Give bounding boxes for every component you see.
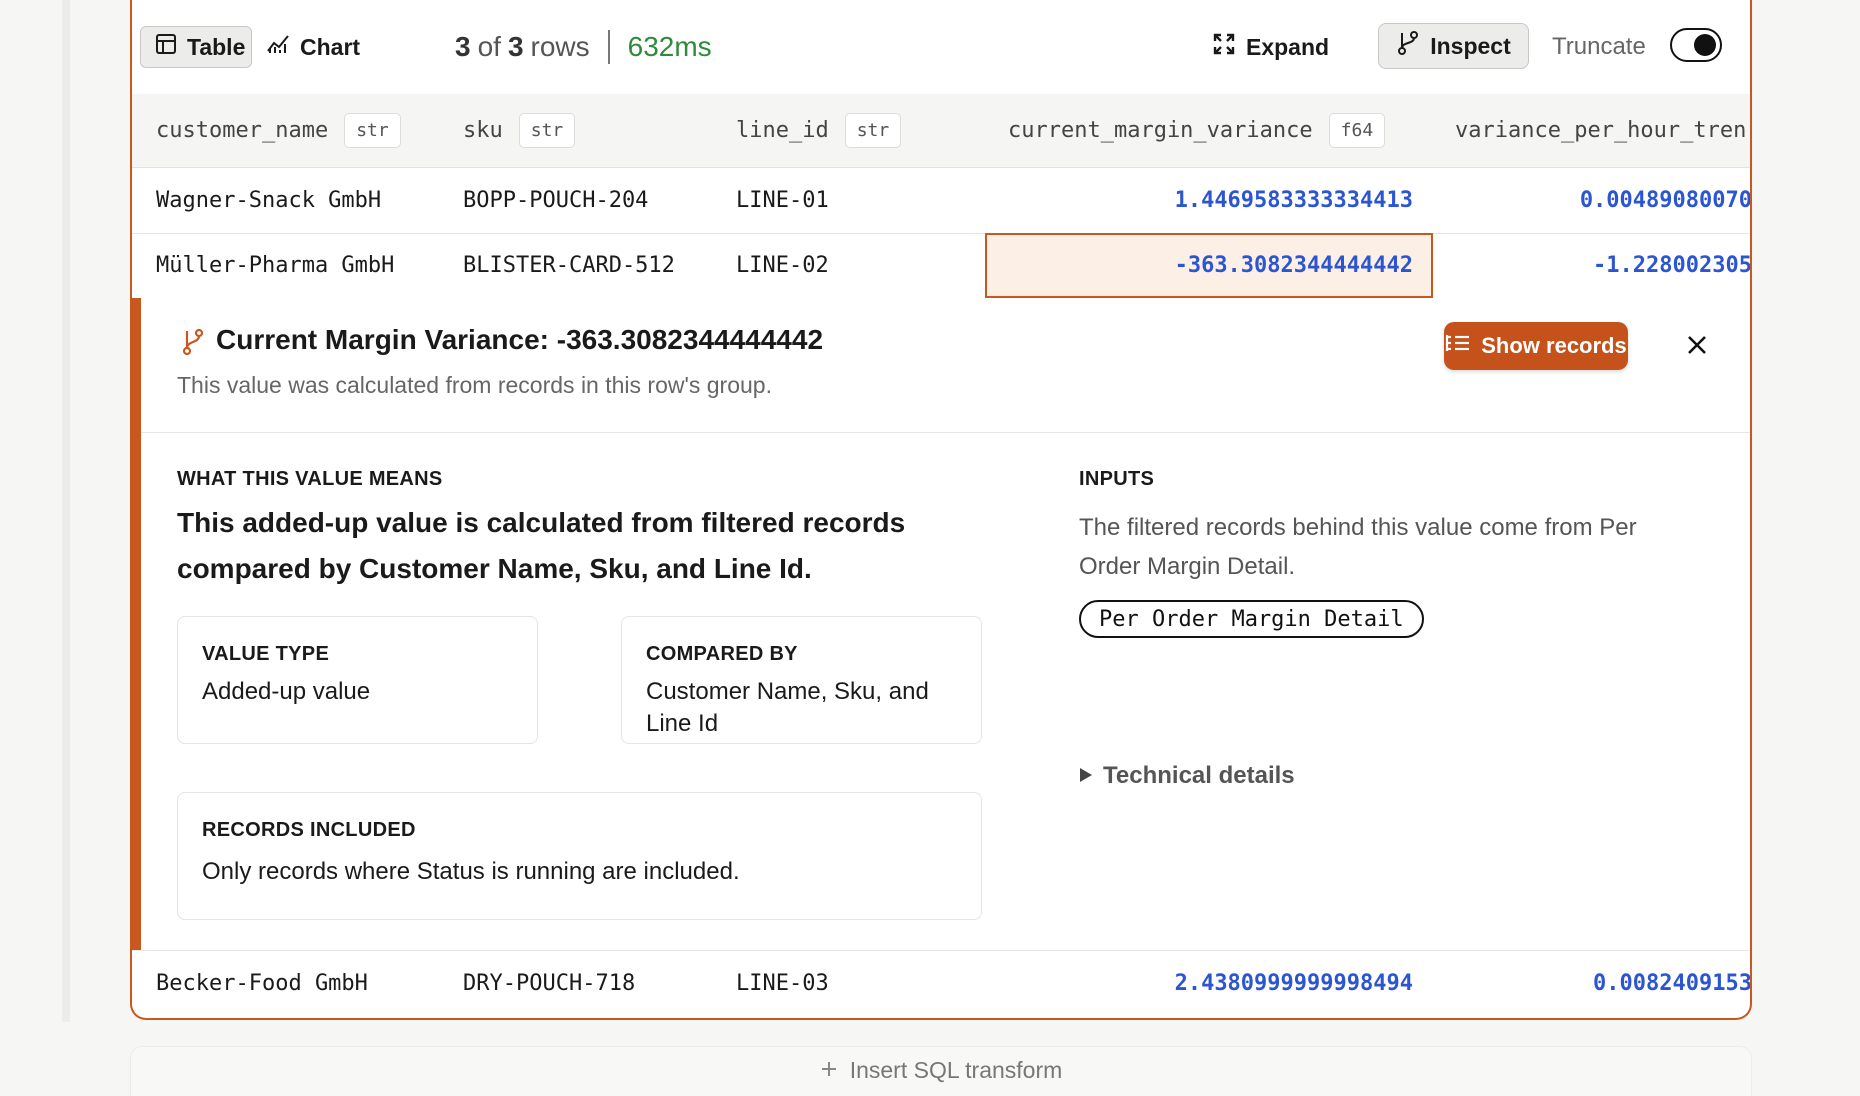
column-type-badge: str [518, 113, 576, 148]
show-records-label: Show records [1481, 333, 1627, 358]
compared-by-card: COMPARED BY Customer Name, Sku, and Line… [621, 616, 982, 744]
cell-sku[interactable]: DRY-POUCH-718 [463, 951, 635, 1016]
caret-right-icon [1079, 762, 1093, 790]
expand-icon [1212, 32, 1236, 62]
table-row[interactable]: Wagner-Snack GmbH BOPP-POUCH-204 LINE-01… [132, 168, 1750, 234]
cell-current-margin-variance[interactable]: 2.4380999999998494 [985, 951, 1413, 1016]
plus-icon [820, 1057, 838, 1084]
rows-shown: 3 [455, 31, 471, 62]
cell-sku[interactable]: BOPP-POUCH-204 [463, 168, 648, 233]
value-type-value: Added-up value [202, 678, 371, 705]
compared-by-value: Customer Name, Sku, and Line Id [646, 678, 929, 737]
cell-variance-per-hour[interactable]: -1.228002305 [1432, 233, 1750, 298]
expand-button[interactable]: Expand [1212, 26, 1329, 68]
records-included-card: RECORDS INCLUDED Only records where Stat… [177, 792, 982, 920]
column-header-variance-per-hour[interactable]: variance_per_hour_tren [1455, 94, 1746, 167]
cell-sku[interactable]: BLISTER-CARD-512 [463, 233, 675, 298]
column-header-customer-name[interactable]: customer_name str [156, 94, 401, 167]
table-header: customer_name str sku str line_id str cu… [132, 94, 1750, 168]
inputs-section-label: INPUTS [1079, 468, 1155, 490]
inspect-label: Inspect [1430, 32, 1511, 59]
inspect-panel: Current Margin Variance: -363.3082344444… [132, 298, 1750, 951]
inspect-title: Current Margin Variance: -363.3082344444… [216, 324, 824, 355]
column-name: current_margin_variance [1008, 118, 1313, 143]
column-name: variance_per_hour_tren [1455, 118, 1747, 143]
list-icon [1445, 333, 1471, 359]
branch-icon [181, 328, 205, 361]
left-rail [62, 0, 70, 1022]
cell-customer-name[interactable]: Becker-Food GmbH [156, 951, 368, 1016]
table-view-button[interactable]: Table [140, 26, 252, 68]
column-type-badge: str [344, 113, 401, 148]
inspect-subtitle: This value was calculated from records i… [177, 372, 772, 398]
table-icon [155, 33, 177, 61]
inspect-accent-bar [132, 298, 141, 950]
records-included-text: Only records where Status is running are… [202, 858, 740, 885]
column-name: line_id [736, 118, 829, 143]
technical-details-label: Technical details [1103, 762, 1295, 789]
result-panel: Table Chart 3 of 3 rows 632ms Expand Ins… [130, 0, 1752, 1020]
truncate-label: Truncate [1552, 33, 1646, 60]
close-icon[interactable] [1686, 334, 1708, 361]
truncate-toggle[interactable] [1670, 28, 1722, 62]
row-count: 3 of 3 rows 632ms [455, 24, 712, 70]
inspect-icon [1396, 30, 1420, 62]
divider [607, 30, 610, 64]
value-type-label: VALUE TYPE [202, 643, 330, 665]
insert-sql-label: Insert SQL transform [849, 1057, 1063, 1083]
expand-label: Expand [1246, 33, 1330, 60]
rows-word: rows [530, 31, 590, 62]
column-header-current-margin-variance[interactable]: current_margin_variance f64 [1008, 94, 1386, 167]
inspect-header: Current Margin Variance: -363.3082344444… [141, 298, 1750, 433]
cell-customer-name[interactable]: Müller-Pharma GmbH [156, 233, 394, 298]
cell-customer-name[interactable]: Wagner-Snack GmbH [156, 168, 381, 233]
cell-variance-per-hour[interactable]: 0.0082409153 [1432, 951, 1750, 1016]
column-type-badge: str [844, 113, 902, 148]
cell-line-id[interactable]: LINE-02 [736, 233, 829, 298]
compared-by-label: COMPARED BY [646, 643, 798, 665]
inspect-button[interactable]: Inspect [1378, 23, 1529, 69]
column-name: customer_name [156, 118, 329, 143]
insert-sql-transform-button[interactable]: Insert SQL transform [130, 1046, 1752, 1096]
rows-of: of [477, 31, 501, 62]
rows-total: 3 [507, 31, 524, 62]
table-row-selected[interactable]: Müller-Pharma GmbH BLISTER-CARD-512 LINE… [132, 233, 1750, 299]
cell-current-margin-variance[interactable]: -363.3082344444442 [985, 233, 1413, 298]
column-type-badge: f64 [1328, 113, 1386, 148]
cell-variance-per-hour[interactable]: 0.00489080070 [1432, 168, 1750, 233]
column-header-sku[interactable]: sku str [463, 94, 576, 167]
cell-line-id[interactable]: LINE-03 [736, 951, 829, 1016]
records-included-label: RECORDS INCLUDED [202, 819, 416, 841]
result-toolbar: Table Chart 3 of 3 rows 632ms Expand Ins… [132, 0, 1750, 98]
table-row[interactable]: Becker-Food GmbH DRY-POUCH-718 LINE-03 2… [132, 951, 1750, 1016]
chart-view-label: Chart [300, 33, 361, 60]
show-records-button[interactable]: Show records [1444, 322, 1628, 370]
source-chip[interactable]: Per Order Margin Detail [1079, 600, 1424, 638]
cell-current-margin-variance[interactable]: 1.4469583333334413 [985, 168, 1413, 233]
query-timing: 632ms [627, 31, 712, 62]
inputs-text: The filtered records behind this value c… [1079, 514, 1637, 580]
column-header-line-id[interactable]: line_id str [736, 94, 902, 167]
chart-icon [266, 33, 290, 61]
value-type-card: VALUE TYPE Added-up value [177, 616, 538, 744]
technical-details-toggle[interactable]: Technical details [1079, 762, 1295, 790]
table-view-label: Table [187, 33, 246, 60]
meaning-section-label: WHAT THIS VALUE MEANS [177, 468, 443, 490]
chart-view-button[interactable]: Chart [252, 26, 374, 68]
meaning-text: This added-up value is calculated from f… [177, 507, 906, 584]
toggle-knob [1694, 34, 1716, 56]
cell-line-id[interactable]: LINE-01 [736, 168, 829, 233]
column-name: sku [463, 118, 503, 143]
